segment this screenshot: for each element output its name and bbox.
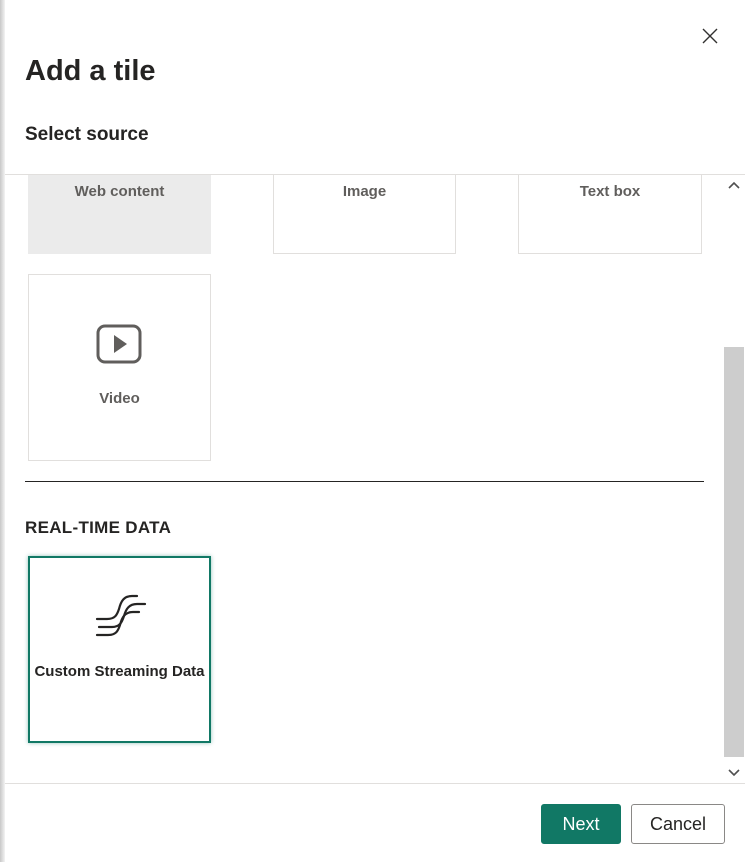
scroll-down-button[interactable] (724, 763, 744, 783)
tile-video[interactable]: Video (28, 274, 211, 461)
tile-label: Web content (74, 183, 165, 200)
scroll-up-button[interactable] (724, 175, 744, 195)
tile-text-box[interactable]: Text box (518, 175, 702, 254)
video-play-icon (96, 324, 142, 364)
cancel-button[interactable]: Cancel (631, 804, 725, 844)
tile-label: Video (99, 390, 140, 407)
scroll-thumb[interactable] (724, 347, 744, 757)
close-icon (702, 28, 718, 44)
dialog-title: Add a tile (25, 55, 156, 87)
tile-web-content[interactable]: Web content (28, 175, 211, 254)
footer-divider (5, 783, 745, 784)
tile-custom-streaming-data[interactable]: Custom Streaming Data (28, 556, 211, 743)
close-button[interactable] (698, 24, 722, 48)
tile-label: Text box (579, 183, 641, 200)
streaming-data-icon (95, 594, 147, 637)
tile-image[interactable]: Image (273, 175, 456, 254)
vertical-scrollbar[interactable] (724, 175, 744, 783)
dialog-subtitle: Select source (25, 124, 149, 145)
chevron-up-icon (728, 181, 740, 189)
next-button[interactable]: Next (541, 804, 621, 844)
tile-label: Custom Streaming Data (34, 663, 205, 680)
tile-gallery[interactable]: Web content Image Text box Video REAL-TI… (5, 175, 745, 783)
tile-label: Image (342, 183, 387, 200)
chevron-down-icon (728, 769, 740, 777)
section-heading-real-time: REAL-TIME DATA (25, 518, 172, 537)
section-divider (25, 481, 704, 482)
